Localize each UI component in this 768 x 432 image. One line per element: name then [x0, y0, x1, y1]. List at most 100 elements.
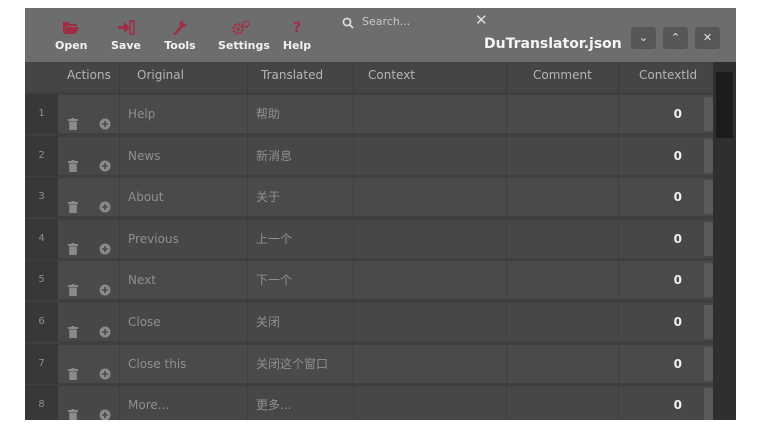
- original-cell[interactable]: About: [120, 178, 248, 217]
- translated-cell[interactable]: 更多...: [248, 386, 354, 420]
- plus-circle-icon[interactable]: [99, 149, 111, 175]
- help-button[interactable]: ? Help: [282, 20, 312, 52]
- trash-icon[interactable]: [68, 107, 78, 133]
- close-button[interactable]: ✕: [695, 27, 720, 49]
- trash-icon[interactable]: [68, 357, 78, 383]
- table-row[interactable]: 4 Previous 上一个 0: [25, 218, 713, 259]
- save-button[interactable]: Save: [110, 20, 142, 52]
- contextid-cell[interactable]: 0: [619, 137, 713, 175]
- contextid-cell[interactable]: 0: [619, 95, 713, 133]
- table-row[interactable]: 2 News 新消息 0: [25, 135, 713, 176]
- contextid-cell[interactable]: 0: [619, 386, 713, 420]
- context-cell[interactable]: [354, 219, 507, 258]
- trash-icon[interactable]: [68, 398, 78, 420]
- plus-circle-icon[interactable]: [99, 232, 111, 258]
- translated-cell[interactable]: 上一个: [248, 219, 354, 258]
- translated-cell[interactable]: 下一个: [248, 261, 354, 300]
- translated-cell[interactable]: 关闭这个窗口: [248, 344, 354, 383]
- cell-scroll-handle[interactable]: [704, 305, 713, 339]
- original-cell[interactable]: News: [120, 136, 248, 175]
- cell-scroll-handle[interactable]: [704, 388, 713, 420]
- row-body: About 关于 0: [58, 178, 713, 217]
- trash-icon[interactable]: [68, 232, 78, 258]
- cell-scroll-handle[interactable]: [704, 263, 713, 298]
- comment-cell[interactable]: [507, 219, 619, 258]
- translated-cell[interactable]: 关于: [248, 178, 354, 217]
- plus-circle-icon[interactable]: [99, 315, 111, 341]
- context-cell[interactable]: [354, 95, 507, 133]
- contextid-cell[interactable]: 0: [619, 220, 713, 258]
- original-cell[interactable]: Close this: [120, 344, 248, 383]
- plus-circle-icon[interactable]: [99, 357, 111, 383]
- table-row[interactable]: 8 More... 更多... 0: [25, 385, 713, 420]
- row-number: 4: [25, 218, 58, 259]
- tools-button[interactable]: Tools: [164, 20, 196, 52]
- context-cell[interactable]: [354, 178, 507, 217]
- original-cell[interactable]: Close: [120, 303, 248, 341]
- table-row[interactable]: 3 About 关于 0: [25, 177, 713, 218]
- comment-cell[interactable]: [507, 344, 619, 383]
- plus-circle-icon[interactable]: [99, 107, 111, 133]
- original-cell[interactable]: More...: [120, 386, 248, 420]
- plus-circle-icon[interactable]: [99, 190, 111, 216]
- comment-cell[interactable]: [507, 178, 619, 217]
- translated-cell[interactable]: 帮助: [248, 95, 354, 133]
- vertical-scrollbar[interactable]: [713, 62, 736, 420]
- contextid-cell[interactable]: 0: [619, 303, 713, 341]
- comment-cell[interactable]: [507, 303, 619, 341]
- comment-cell[interactable]: [507, 261, 619, 300]
- toolbar: Open Save Tools Settings ? Help Search..…: [25, 8, 736, 62]
- contextid-cell[interactable]: 0: [619, 261, 713, 299]
- plus-circle-icon[interactable]: [99, 273, 111, 299]
- save-icon: [110, 20, 142, 37]
- scrollbar-thumb[interactable]: [716, 72, 733, 138]
- trash-icon[interactable]: [68, 149, 78, 175]
- table-row[interactable]: 6 Close 关闭 0: [25, 302, 713, 342]
- cell-scroll-handle[interactable]: [704, 346, 713, 381]
- trash-icon[interactable]: [68, 190, 78, 216]
- comment-cell[interactable]: [507, 386, 619, 420]
- column-header-context[interactable]: Context: [354, 62, 507, 92]
- folder-open-icon: [55, 20, 87, 37]
- trash-icon[interactable]: [68, 315, 78, 341]
- plus-circle-icon[interactable]: [99, 398, 111, 420]
- column-header-contextid[interactable]: ContextId: [619, 62, 713, 92]
- column-header-comment[interactable]: Comment: [507, 62, 619, 92]
- context-cell[interactable]: [354, 303, 507, 341]
- row-number: 6: [25, 302, 58, 342]
- row-body: More... 更多... 0: [58, 386, 713, 420]
- original-cell[interactable]: Help: [120, 95, 248, 133]
- cell-scroll-handle[interactable]: [704, 221, 713, 256]
- original-cell[interactable]: Previous: [120, 219, 248, 258]
- cell-scroll-handle[interactable]: [704, 180, 713, 215]
- search-input[interactable]: [362, 12, 474, 30]
- context-cell[interactable]: [354, 344, 507, 383]
- open-label: Open: [55, 39, 88, 52]
- original-cell[interactable]: Next: [120, 261, 248, 300]
- translated-cell[interactable]: 关闭: [248, 303, 354, 341]
- settings-button[interactable]: Settings: [218, 20, 270, 52]
- minimize-button[interactable]: ⌄: [631, 27, 656, 49]
- comment-cell[interactable]: [507, 95, 619, 133]
- table-row[interactable]: 5 Next 下一个 0: [25, 260, 713, 301]
- contextid-cell[interactable]: 0: [619, 178, 713, 216]
- trash-icon[interactable]: [68, 273, 78, 299]
- help-label: Help: [282, 39, 312, 52]
- context-cell[interactable]: [354, 261, 507, 300]
- column-header-original[interactable]: Original: [120, 62, 248, 92]
- comment-cell[interactable]: [507, 136, 619, 175]
- context-cell[interactable]: [354, 136, 507, 175]
- maximize-button[interactable]: ⌃: [663, 27, 688, 49]
- row-number: 3: [25, 177, 58, 218]
- contextid-cell[interactable]: 0: [619, 345, 713, 383]
- table-row[interactable]: 7 Close this 关闭这个窗口 0: [25, 343, 713, 384]
- context-cell[interactable]: [354, 386, 507, 420]
- cell-scroll-handle[interactable]: [704, 138, 713, 173]
- search-clear-icon[interactable]: ✕: [475, 11, 488, 29]
- column-header-translated[interactable]: Translated: [248, 62, 354, 92]
- table-row[interactable]: 1 Help 帮助 0: [25, 94, 713, 134]
- open-button[interactable]: Open: [55, 20, 88, 52]
- translated-cell[interactable]: 新消息: [248, 136, 354, 175]
- column-header-actions[interactable]: Actions: [58, 62, 120, 92]
- cell-scroll-handle[interactable]: [704, 97, 713, 131]
